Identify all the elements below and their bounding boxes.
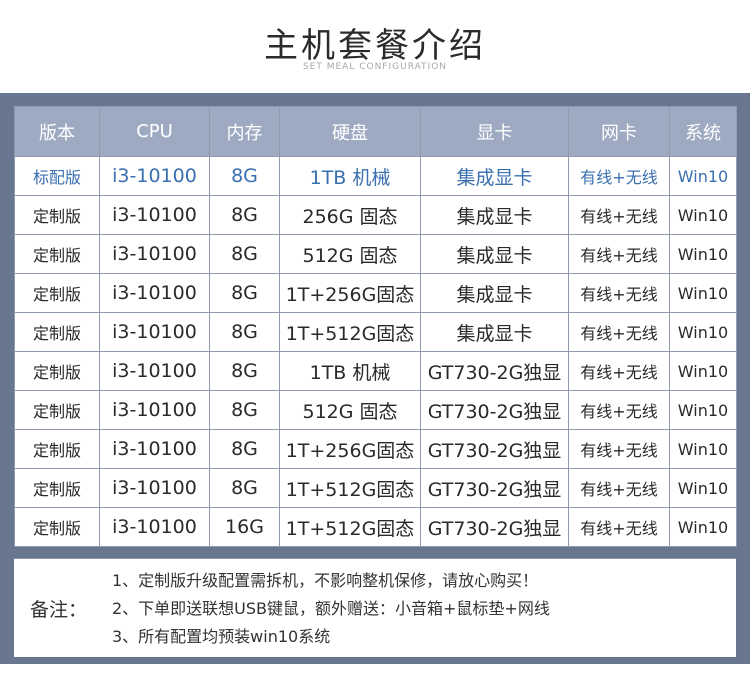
cell-nic: 有线+无线 bbox=[568, 234, 670, 274]
cell-memory: 8G bbox=[209, 429, 280, 469]
cell-nic: 有线+无线 bbox=[568, 351, 670, 391]
table-row: 定制版 i3-10100 8G 256G 固态 集成显卡 有线+无线 Win10 bbox=[14, 195, 737, 235]
table-row: 定制版 i3-10100 8G 1T+256G固态 GT730-2G独显 有线+… bbox=[14, 429, 737, 469]
cell-version: 定制版 bbox=[14, 468, 100, 508]
cell-memory: 8G bbox=[209, 195, 280, 235]
cell-disk: 1T+256G固态 bbox=[279, 429, 421, 469]
page-subtitle: SET MEAL CONFIGURATION bbox=[302, 62, 448, 72]
cell-nic: 有线+无线 bbox=[568, 468, 670, 508]
table-row: 定制版 i3-10100 8G 1T+512G固态 集成显卡 有线+无线 Win… bbox=[14, 312, 737, 352]
header-memory: 内存 bbox=[209, 106, 280, 157]
header-gpu: 显卡 bbox=[420, 106, 569, 157]
cell-os: Win10 bbox=[669, 273, 737, 313]
header-version: 版本 bbox=[14, 106, 100, 157]
cell-disk: 1T+512G固态 bbox=[279, 312, 421, 352]
cell-disk: 256G 固态 bbox=[279, 195, 421, 235]
header-os: 系统 bbox=[669, 106, 737, 157]
cell-cpu: i3-10100 bbox=[99, 390, 210, 430]
cell-cpu: i3-10100 bbox=[99, 507, 210, 547]
cell-version: 标配版 bbox=[14, 156, 100, 196]
cell-version: 定制版 bbox=[14, 195, 100, 235]
cell-nic: 有线+无线 bbox=[568, 429, 670, 469]
cell-gpu: GT730-2G独显 bbox=[420, 507, 569, 547]
cell-disk: 1TB 机械 bbox=[279, 156, 421, 196]
note-line: 1、定制版升级配置需拆机，不影响整机保修，请放心购买！ bbox=[112, 571, 539, 590]
cell-cpu: i3-10100 bbox=[99, 195, 210, 235]
cell-os: Win10 bbox=[669, 312, 737, 352]
cell-nic: 有线+无线 bbox=[568, 312, 670, 352]
cell-nic: 有线+无线 bbox=[568, 273, 670, 313]
cell-os: Win10 bbox=[669, 195, 737, 235]
cell-version: 定制版 bbox=[14, 351, 100, 391]
cell-os: Win10 bbox=[669, 507, 737, 547]
cell-gpu: GT730-2G独显 bbox=[420, 351, 569, 391]
cell-cpu: i3-10100 bbox=[99, 351, 210, 391]
cell-disk: 1T+512G固态 bbox=[279, 468, 421, 508]
table-header-row: 版本 CPU 内存 硬盘 显卡 网卡 系统 bbox=[14, 106, 737, 157]
notes-list: 1、定制版升级配置需拆机，不影响整机保修，请放心购买！ 2、下单即送联想USB键… bbox=[112, 567, 550, 651]
cell-os: Win10 bbox=[669, 429, 737, 469]
cell-gpu: 集成显卡 bbox=[420, 195, 569, 235]
cell-memory: 8G bbox=[209, 390, 280, 430]
cell-version: 定制版 bbox=[14, 429, 100, 469]
cell-disk: 1T+256G固态 bbox=[279, 273, 421, 313]
header-disk: 硬盘 bbox=[279, 106, 421, 157]
cell-version: 定制版 bbox=[14, 273, 100, 313]
table-row: 定制版 i3-10100 8G 512G 固态 集成显卡 有线+无线 Win10 bbox=[14, 234, 737, 274]
config-table: 版本 CPU 内存 硬盘 显卡 网卡 系统 标配版 i3-10100 8G 1T… bbox=[14, 106, 737, 547]
cell-gpu: 集成显卡 bbox=[420, 156, 569, 196]
cell-os: Win10 bbox=[669, 156, 737, 196]
cell-memory: 8G bbox=[209, 273, 280, 313]
notes-panel: 备注： 1、定制版升级配置需拆机，不影响整机保修，请放心购买！ 2、下单即送联想… bbox=[14, 558, 736, 657]
table-row: 定制版 i3-10100 8G 1T+256G固态 集成显卡 有线+无线 Win… bbox=[14, 273, 737, 313]
cell-nic: 有线+无线 bbox=[568, 507, 670, 547]
cell-nic: 有线+无线 bbox=[568, 156, 670, 196]
note-line: 3、所有配置均预装win10系统 bbox=[112, 627, 331, 646]
table-row: 定制版 i3-10100 8G 1T+512G固态 GT730-2G独显 有线+… bbox=[14, 468, 737, 508]
header-nic: 网卡 bbox=[568, 106, 670, 157]
cell-gpu: GT730-2G独显 bbox=[420, 390, 569, 430]
cell-gpu: 集成显卡 bbox=[420, 312, 569, 352]
page-title: 主机套餐介绍 bbox=[264, 26, 486, 66]
cell-nic: 有线+无线 bbox=[568, 390, 670, 430]
cell-cpu: i3-10100 bbox=[99, 429, 210, 469]
cell-version: 定制版 bbox=[14, 234, 100, 274]
cell-disk: 1T+512G固态 bbox=[279, 507, 421, 547]
cell-memory: 8G bbox=[209, 351, 280, 391]
cell-os: Win10 bbox=[669, 234, 737, 274]
cell-memory: 8G bbox=[209, 156, 280, 196]
cell-cpu: i3-10100 bbox=[99, 468, 210, 508]
cell-version: 定制版 bbox=[14, 390, 100, 430]
cell-cpu: i3-10100 bbox=[99, 312, 210, 352]
table-row: 定制版 i3-10100 16G 1T+512G固态 GT730-2G独显 有线… bbox=[14, 507, 737, 547]
cell-gpu: GT730-2G独显 bbox=[420, 468, 569, 508]
cell-gpu: GT730-2G独显 bbox=[420, 429, 569, 469]
cell-cpu: i3-10100 bbox=[99, 273, 210, 313]
cell-os: Win10 bbox=[669, 390, 737, 430]
cell-os: Win10 bbox=[669, 468, 737, 508]
cell-cpu: i3-10100 bbox=[99, 156, 210, 196]
cell-nic: 有线+无线 bbox=[568, 195, 670, 235]
cell-memory: 8G bbox=[209, 468, 280, 508]
cell-gpu: 集成显卡 bbox=[420, 234, 569, 274]
cell-version: 定制版 bbox=[14, 312, 100, 352]
cell-disk: 512G 固态 bbox=[279, 390, 421, 430]
cell-memory: 8G bbox=[209, 312, 280, 352]
notes-label: 备注： bbox=[30, 599, 88, 621]
cell-memory: 16G bbox=[209, 507, 280, 547]
cell-os: Win10 bbox=[669, 351, 737, 391]
cell-disk: 1TB 机械 bbox=[279, 351, 421, 391]
table-row: 定制版 i3-10100 8G 1TB 机械 GT730-2G独显 有线+无线 … bbox=[14, 351, 737, 391]
table-row: 定制版 i3-10100 8G 512G 固态 GT730-2G独显 有线+无线… bbox=[14, 390, 737, 430]
cell-cpu: i3-10100 bbox=[99, 234, 210, 274]
cell-disk: 512G 固态 bbox=[279, 234, 421, 274]
table-row: 标配版 i3-10100 8G 1TB 机械 集成显卡 有线+无线 Win10 bbox=[14, 156, 737, 196]
header-cpu: CPU bbox=[99, 106, 210, 157]
cell-gpu: 集成显卡 bbox=[420, 273, 569, 313]
cell-version: 定制版 bbox=[14, 507, 100, 547]
cell-memory: 8G bbox=[209, 234, 280, 274]
note-line: 2、下单即送联想USB键鼠，额外赠送：小音箱+鼠标垫+网线 bbox=[112, 599, 550, 618]
